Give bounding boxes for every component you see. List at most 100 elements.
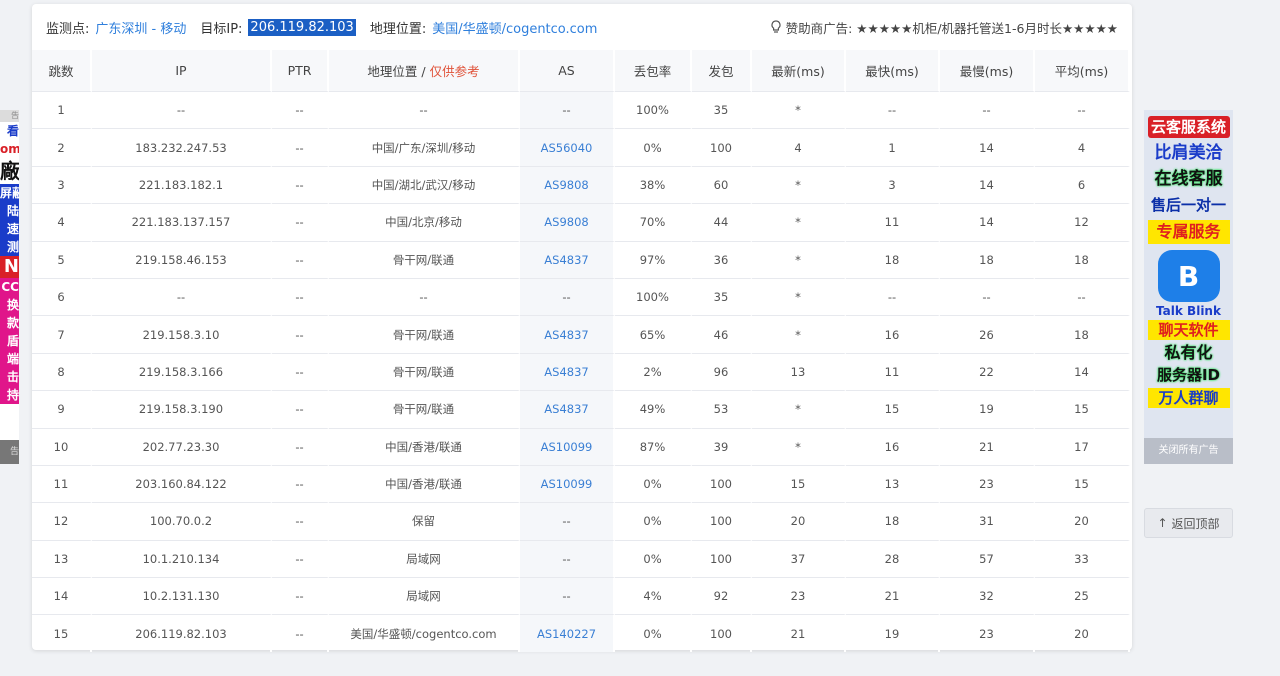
cell-ptr: -- xyxy=(272,165,329,204)
as-link[interactable]: AS4837 xyxy=(544,253,588,267)
as-empty: -- xyxy=(562,589,571,604)
talkblink-logo-icon: B xyxy=(1157,250,1220,302)
right-ad-banner[interactable]: 云客服系统 比肩美洽 在线客服 售后一对一 专属服务 B Talk Blink … xyxy=(1144,110,1233,464)
col-geo[interactable]: 地理位置 / 仅供参考 xyxy=(329,50,520,91)
cell-best: 11 xyxy=(846,203,940,241)
cell-as: AS4837 xyxy=(520,240,615,278)
cell-last: * xyxy=(752,240,846,278)
cell-ip: 203.160.84.122 xyxy=(92,464,272,503)
cell-avg: 15 xyxy=(1035,464,1130,503)
cell-worst: 32 xyxy=(940,577,1035,615)
cell-ptr: -- xyxy=(272,390,329,428)
left-ad-line: 屏蔽 xyxy=(0,184,19,202)
info-bar: 监测点: 广东深圳 - 移动 目标IP: 206.119.82.103 地理位置… xyxy=(32,4,1132,50)
cell-best: 13 xyxy=(846,464,940,503)
as-link[interactable]: AS9808 xyxy=(544,215,588,229)
cell-sent: 100 xyxy=(692,464,752,503)
bulb-icon xyxy=(770,20,781,33)
back-to-top-button[interactable]: ↑ 返回顶部 xyxy=(1144,508,1233,538)
col-ip[interactable]: IP xyxy=(92,50,272,91)
as-link[interactable]: AS140227 xyxy=(537,627,596,641)
col-last[interactable]: 最新(ms) xyxy=(752,50,846,91)
cell-geo: -- xyxy=(329,91,520,129)
as-empty: -- xyxy=(562,290,571,305)
cell-ip: 10.2.131.130 xyxy=(92,577,272,615)
cell-hop: 11 xyxy=(32,464,92,503)
table-row: 12 100.70.0.2 -- 保留 -- 0% 100 20 18 31 20 xyxy=(32,502,1130,540)
cell-ip: 219.158.3.166 xyxy=(92,352,272,391)
col-best[interactable]: 最快(ms) xyxy=(846,50,940,91)
col-as[interactable]: AS xyxy=(520,50,615,91)
cell-worst: 31 xyxy=(940,502,1035,540)
target-ip[interactable]: 206.119.82.103 xyxy=(248,18,356,36)
cell-avg: 25 xyxy=(1035,577,1130,615)
cell-loss: 100% xyxy=(615,277,692,316)
cell-last: 4 xyxy=(752,128,846,166)
close-ads-button[interactable]: 关闭所有广告 xyxy=(1144,438,1233,464)
cell-sent: 100 xyxy=(692,539,752,578)
monitor-label: 监测点: xyxy=(46,21,90,37)
monitor-link[interactable]: 广东深圳 - 移动 xyxy=(95,18,186,37)
left-ad-footer: 告 xyxy=(0,440,19,464)
col-ptr[interactable]: PTR xyxy=(272,50,329,91)
left-ad-line: 看 xyxy=(6,124,19,138)
col-avg[interactable]: 平均(ms) xyxy=(1035,50,1130,91)
left-ad-line: 陆 xyxy=(0,202,19,220)
cell-sent: 46 xyxy=(692,315,752,353)
as-link[interactable]: AS10099 xyxy=(541,477,593,491)
cell-worst: 26 xyxy=(940,315,1035,353)
table-header-row: 跳数 IP PTR 地理位置 / 仅供参考 AS 丢包率 发包 最新(ms) 最… xyxy=(32,50,1130,91)
cell-loss: 0% xyxy=(615,614,692,652)
cell-geo: 局域网 xyxy=(329,539,520,578)
cell-avg: 17 xyxy=(1035,427,1130,465)
cell-loss: 87% xyxy=(615,427,692,465)
table-row: 11 203.160.84.122 -- 中国/香港/联通 AS10099 0% 100 15… xyxy=(32,464,1130,503)
left-ad-line: 速 xyxy=(0,220,19,238)
col-hop[interactable]: 跳数 xyxy=(32,50,92,91)
as-link[interactable]: AS4837 xyxy=(544,402,588,416)
as-link[interactable]: AS56040 xyxy=(541,141,593,155)
cell-hop: 6 xyxy=(32,277,92,316)
table-row: 2 183.232.247.53 -- 中国/广东/深圳/移动 AS56040 0% 100… xyxy=(32,128,1130,166)
cell-last: * xyxy=(752,203,846,241)
cell-best: 21 xyxy=(846,577,940,615)
cell-avg: -- xyxy=(1035,277,1130,316)
cell-avg: 15 xyxy=(1035,390,1130,428)
cell-as: AS4837 xyxy=(520,390,615,428)
cell-ptr: -- xyxy=(272,539,329,578)
col-loss[interactable]: 丢包率 xyxy=(615,50,692,91)
as-link[interactable]: AS4837 xyxy=(544,328,588,342)
cell-avg: 4 xyxy=(1035,128,1130,166)
cell-hop: 3 xyxy=(32,165,92,204)
as-empty: -- xyxy=(562,103,571,118)
sponsor-text[interactable]: ★★★★★机柜/机器托管送1-6月时长★★★★★ xyxy=(856,18,1118,37)
cell-best: 16 xyxy=(846,427,940,465)
cell-as: AS4837 xyxy=(520,315,615,353)
cell-hop: 5 xyxy=(32,240,92,278)
cell-ip: -- xyxy=(92,91,272,129)
cell-last: 20 xyxy=(752,502,846,540)
cell-sent: 96 xyxy=(692,352,752,391)
cell-best: 28 xyxy=(846,539,940,578)
as-empty: -- xyxy=(562,514,571,529)
cell-as: AS9808 xyxy=(520,165,615,204)
cell-ip: 206.119.82.103 xyxy=(92,614,272,652)
left-ad-banner[interactable]: 告 看 om 廠 屏蔽 陆 速 测 N CC 换 款 盾 端 击 持 告 xyxy=(0,110,19,464)
right-ad-line: 在线客服 xyxy=(1154,169,1223,189)
cell-ptr: -- xyxy=(272,577,329,615)
cell-avg: 33 xyxy=(1035,539,1130,578)
cell-hop: 10 xyxy=(32,427,92,465)
geo-link[interactable]: 美国/华盛顿/cogentco.com xyxy=(432,18,597,37)
cell-hop: 7 xyxy=(32,315,92,353)
as-link[interactable]: AS9808 xyxy=(544,178,588,192)
cell-last: * xyxy=(752,91,846,129)
cell-worst: 23 xyxy=(940,464,1035,503)
col-sent[interactable]: 发包 xyxy=(692,50,752,91)
col-worst[interactable]: 最慢(ms) xyxy=(940,50,1035,91)
sponsor-ad[interactable]: 赞助商广告: ★★★★★机柜/机器托管送1-6月时长★★★★★ xyxy=(770,18,1118,37)
table-row: 15 206.119.82.103 -- 美国/华盛顿/cogentco.com AS1… xyxy=(32,614,1130,652)
as-link[interactable]: AS4837 xyxy=(544,365,588,379)
right-ad-line: 云客服系统 xyxy=(1147,116,1230,138)
as-link[interactable]: AS10099 xyxy=(541,440,593,454)
cell-as: -- xyxy=(520,91,615,129)
